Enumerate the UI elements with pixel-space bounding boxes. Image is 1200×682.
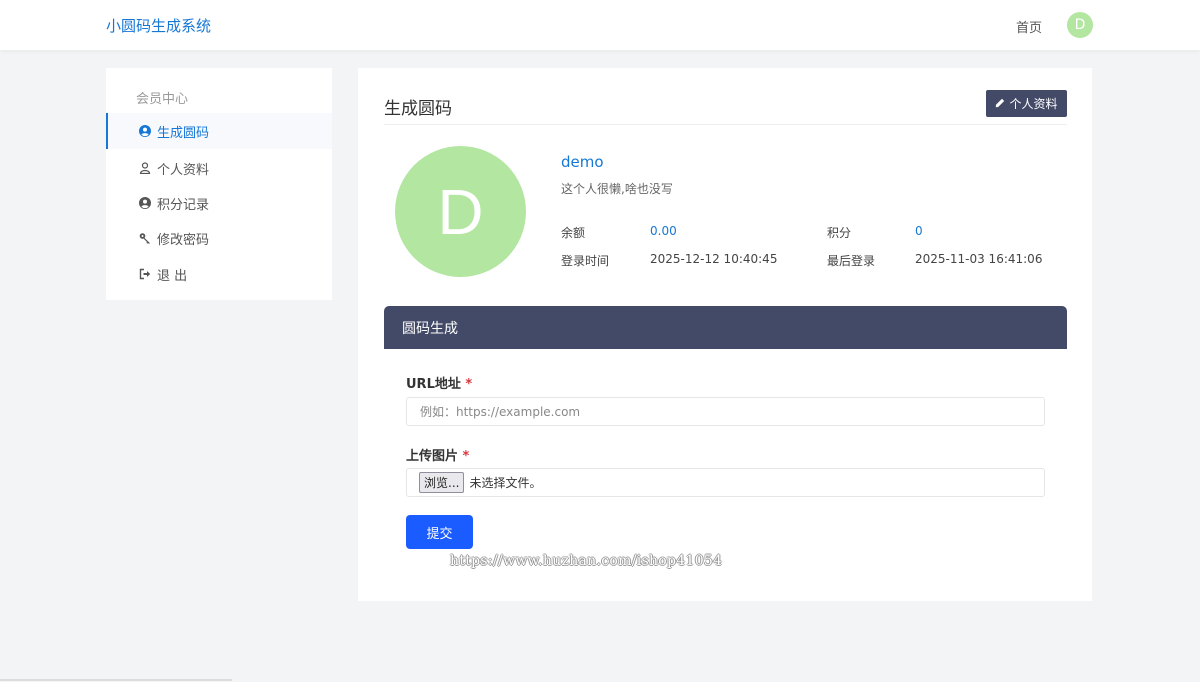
sidebar-item-change-password[interactable]: 修改密码 [106,220,332,256]
sidebar-item-label: 退 出 [157,268,188,284]
sidebar-item-points-log[interactable]: 积分记录 [106,185,332,221]
edit-profile-label: 个人资料 [1009,97,1058,111]
sidebar-item-logout[interactable]: 退 出 [106,256,332,292]
submit-button[interactable]: 提交 [406,515,473,549]
sidebar: 会员中心 生成圆码 个人资料 积分记录 修改密码 退 出 [106,68,332,300]
url-input[interactable] [406,397,1045,426]
required-mark: * [462,449,470,464]
sidebar-item-generate-code[interactable]: 生成圆码 [106,113,332,149]
brand-title[interactable]: 小圆码生成系统 [106,15,211,36]
user-circle-icon [139,125,151,137]
upload-field-label: 上传图片 * [406,445,469,464]
points-label: 积分 [827,226,852,240]
scrollbar-track [0,679,232,681]
user-icon [139,162,151,174]
balance-label: 余额 [561,226,586,240]
generator-section-header: 圆码生成 [384,306,1067,349]
sidebar-item-profile[interactable]: 个人资料 [106,150,332,186]
profile-avatar: D [395,146,526,277]
divider [384,124,1067,125]
balance-value: 0.00 [650,224,677,238]
main-panel: 生成圆码 个人资料 D demo 这个人很懒,啥也没写 余额 0.00 积分 0… [358,68,1092,601]
required-mark: * [465,377,473,392]
points-value: 0 [915,224,923,238]
nav-home-link[interactable]: 首页 [1016,17,1042,36]
watermark-text: https://www.huzhan.com/ishop41054 [450,553,723,569]
file-upload-field: 浏览... 未选择文件。 [406,468,1045,497]
profile-bio: 这个人很懒,啥也没写 [561,182,673,196]
url-field-label: URL地址 * [406,373,472,392]
profile-username[interactable]: demo [561,153,604,171]
sidebar-item-label: 修改密码 [157,232,210,248]
upload-label-text: 上传图片 [406,449,459,464]
key-icon [139,232,151,244]
file-status-text: 未选择文件。 [469,476,542,490]
user-avatar[interactable]: D [1067,12,1093,38]
sidebar-item-label: 生成圆码 [157,125,210,141]
last-login-label: 最后登录 [827,254,876,268]
sign-out-icon [139,268,151,280]
last-login-value: 2025-11-03 16:41:06 [915,252,1043,266]
login-time-label: 登录时间 [561,254,610,268]
pencil-icon [995,97,1009,111]
browse-file-button[interactable]: 浏览... [419,472,465,493]
sidebar-heading: 会员中心 [136,92,189,107]
login-time-value: 2025-12-12 10:40:45 [650,252,778,266]
top-navbar: 小圆码生成系统 首页 D [0,0,1200,50]
sidebar-item-label: 积分记录 [157,197,210,213]
page-title: 生成圆码 [384,99,452,119]
sidebar-item-label: 个人资料 [157,162,210,178]
user-circle-icon [139,197,151,209]
edit-profile-button[interactable]: 个人资料 [986,90,1067,117]
url-label-text: URL地址 [406,377,461,392]
